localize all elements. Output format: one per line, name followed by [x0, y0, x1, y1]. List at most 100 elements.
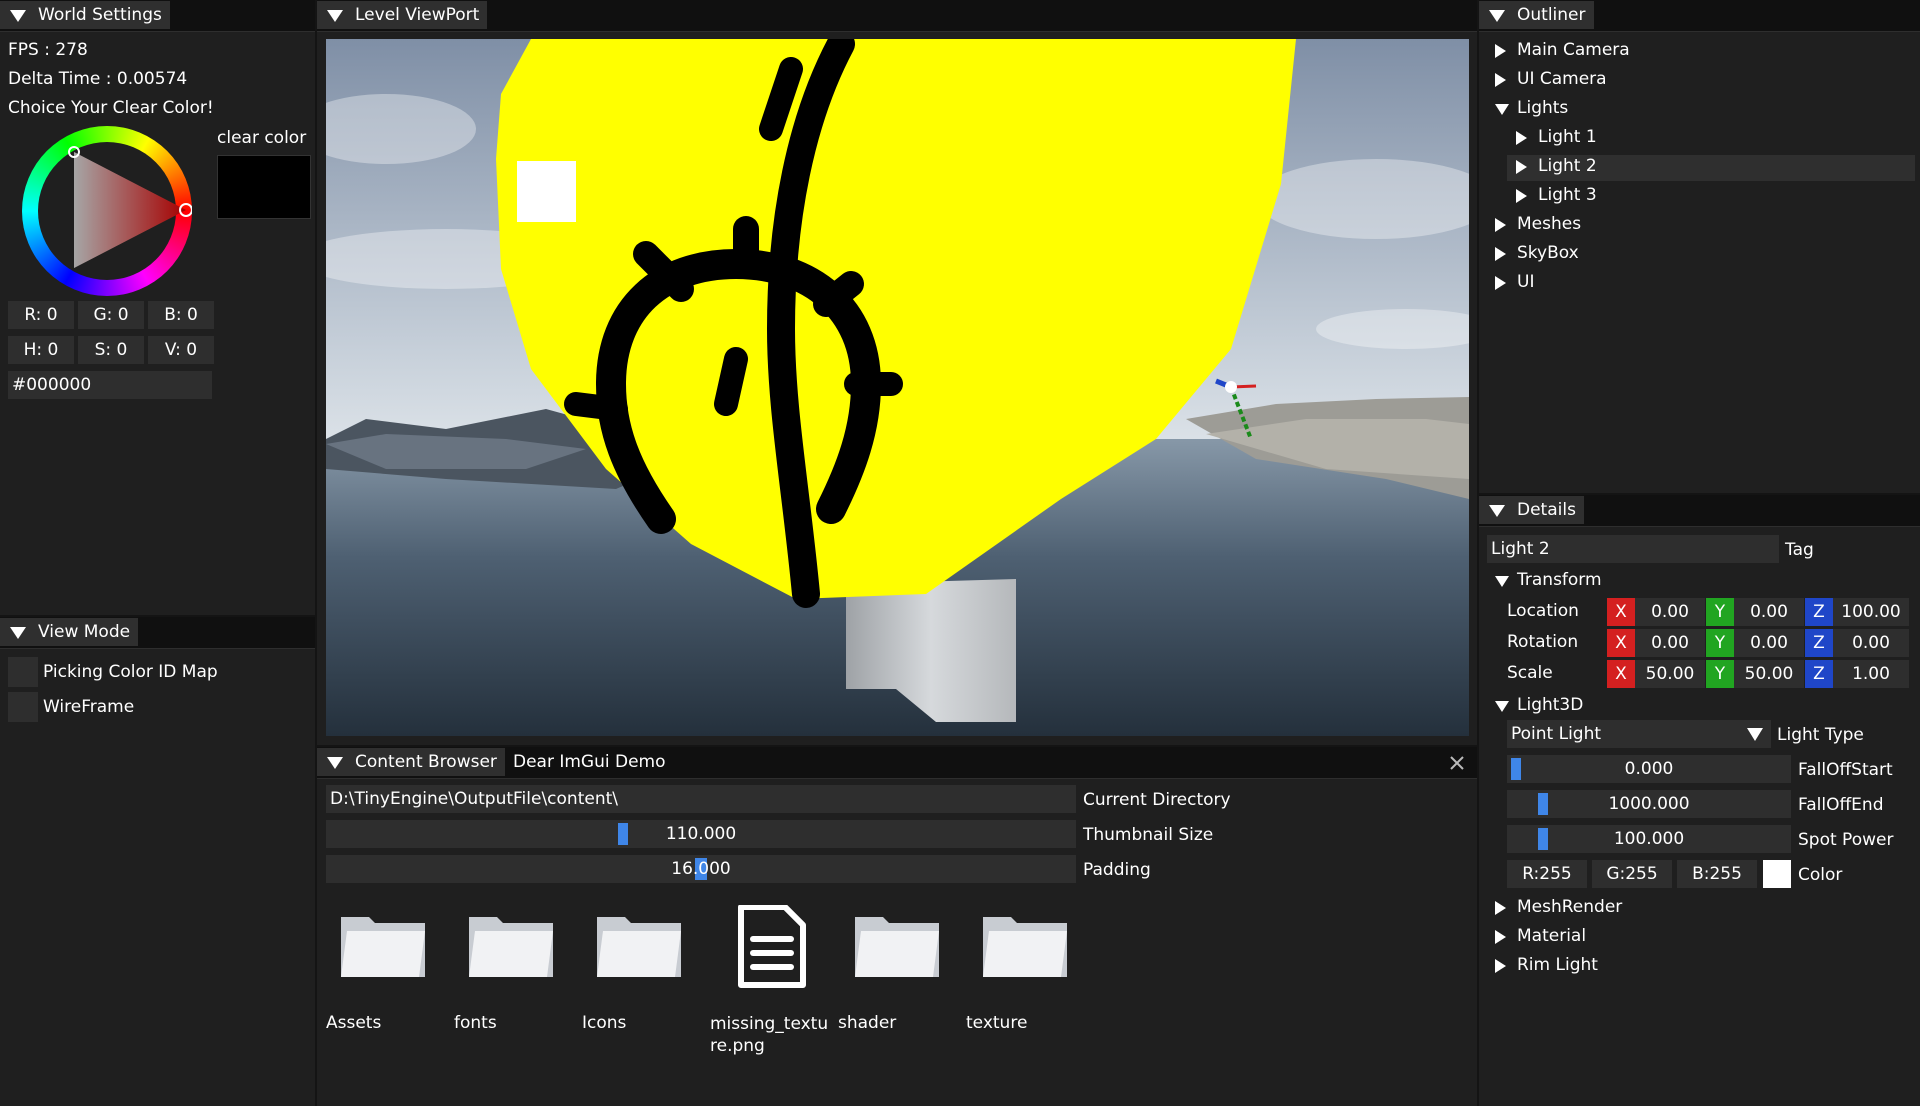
rotation-y[interactable]: 0.00 — [1734, 629, 1804, 657]
slider-grab[interactable] — [1538, 828, 1548, 850]
content-browser-panel: Content Browser Dear ImGui Demo D:\TinyE… — [317, 747, 1477, 1106]
file-label-icons[interactable]: Icons — [582, 1013, 626, 1033]
clear-color-swatch[interactable] — [217, 155, 311, 219]
folder-icon[interactable] — [981, 911, 1069, 979]
collapse-arrow-icon[interactable] — [10, 10, 26, 22]
thumbnail-size-slider[interactable]: 110.000 — [326, 820, 1076, 848]
spot-power-slider[interactable]: 100.000 — [1507, 825, 1791, 853]
location-z[interactable]: 100.00 — [1833, 598, 1909, 626]
collapse-arrow-icon[interactable] — [1489, 10, 1505, 22]
directory-input[interactable]: D:\TinyEngine\OutputFile\content\ — [326, 785, 1076, 813]
hex-field[interactable]: #000000 — [8, 371, 212, 399]
meshrender-header[interactable]: MeshRender — [1495, 897, 1895, 921]
expand-arrow-icon[interactable] — [1495, 901, 1506, 915]
slider-grab[interactable] — [1511, 758, 1521, 780]
v-field[interactable]: V: 0 — [148, 336, 214, 364]
expand-arrow-icon[interactable] — [1516, 131, 1527, 145]
transform-header[interactable]: Transform — [1495, 570, 1895, 594]
folder-icon[interactable] — [595, 911, 683, 979]
rotation-x[interactable]: 0.00 — [1635, 629, 1705, 657]
outliner-item-light-1[interactable]: Light 1 — [1516, 127, 1906, 151]
collapse-arrow-icon[interactable] — [1495, 104, 1509, 115]
folder-icon[interactable] — [853, 911, 941, 979]
folder-icon[interactable] — [467, 911, 555, 979]
color-g-field[interactable]: G:255 — [1592, 860, 1672, 888]
outliner-item-ui[interactable]: UI — [1495, 272, 1895, 296]
scale-row: Scale X 50.00 Y 50.00 Z 1.00 — [1479, 660, 1920, 690]
world-settings-tab[interactable]: World Settings — [0, 1, 170, 29]
color-b-field[interactable]: B:255 — [1677, 860, 1757, 888]
color-swatch[interactable] — [1763, 860, 1791, 888]
expand-arrow-icon[interactable] — [1495, 930, 1506, 944]
content-browser-tab[interactable]: Content Browser — [317, 748, 505, 776]
outliner-item-skybox[interactable]: SkyBox — [1495, 243, 1895, 267]
expand-arrow-icon[interactable] — [1516, 160, 1527, 174]
collapse-arrow-icon[interactable] — [327, 10, 343, 22]
location-x[interactable]: 0.00 — [1635, 598, 1705, 626]
falloff-start-label: FallOffStart — [1798, 760, 1893, 780]
expand-arrow-icon[interactable] — [1495, 276, 1506, 290]
s-field[interactable]: S: 0 — [78, 336, 144, 364]
outliner-item-ui-camera[interactable]: UI Camera — [1495, 69, 1895, 93]
color-wheel[interactable] — [22, 126, 192, 296]
falloff-start-slider[interactable]: 0.000 — [1507, 755, 1791, 783]
outliner-tab[interactable]: Outliner — [1479, 1, 1594, 29]
rim-light-header[interactable]: Rim Light — [1495, 955, 1895, 979]
g-field[interactable]: G: 0 — [78, 301, 144, 329]
material-header[interactable]: Material — [1495, 926, 1895, 950]
expand-arrow-icon[interactable] — [1495, 73, 1506, 87]
collapse-arrow-icon[interactable] — [10, 627, 26, 639]
color-r-field[interactable]: R:255 — [1507, 860, 1587, 888]
scene-view[interactable] — [326, 39, 1469, 736]
expand-arrow-icon[interactable] — [1495, 218, 1506, 232]
r-field[interactable]: R: 0 — [8, 301, 74, 329]
file-icon[interactable] — [735, 905, 807, 989]
collapse-arrow-icon[interactable] — [1495, 576, 1509, 587]
h-field[interactable]: H: 0 — [8, 336, 74, 364]
outliner-item-main-camera[interactable]: Main Camera — [1495, 40, 1895, 64]
folder-icon[interactable] — [339, 911, 427, 979]
z-axis-label: Z — [1805, 660, 1833, 688]
file-label-assets[interactable]: Assets — [326, 1013, 381, 1033]
color-triangle[interactable] — [22, 126, 192, 296]
picking-label: Picking Color ID Map — [43, 662, 218, 682]
picking-checkbox[interactable] — [8, 657, 38, 687]
falloff-end-slider[interactable]: 1000.000 — [1507, 790, 1791, 818]
expand-arrow-icon[interactable] — [1495, 247, 1506, 261]
outliner-item-light-2[interactable]: Light 2 — [1507, 155, 1915, 181]
scale-z[interactable]: 1.00 — [1833, 660, 1909, 688]
file-label-missing-texture[interactable]: missing_texture.png — [710, 1013, 830, 1057]
b-field[interactable]: B: 0 — [148, 301, 214, 329]
outliner-item-meshes[interactable]: Meshes — [1495, 214, 1895, 238]
scale-y[interactable]: 50.00 — [1734, 660, 1804, 688]
close-icon[interactable] — [1449, 755, 1465, 771]
viewport-tab[interactable]: Level ViewPort — [317, 1, 488, 29]
expand-arrow-icon[interactable] — [1495, 959, 1506, 973]
location-y[interactable]: 0.00 — [1734, 598, 1804, 626]
slider-grab[interactable] — [1538, 793, 1548, 815]
imgui-demo-tab[interactable]: Dear ImGui Demo — [505, 748, 674, 776]
view-mode-titlebar: View Mode — [0, 617, 315, 649]
collapse-arrow-icon[interactable] — [1495, 701, 1509, 712]
expand-arrow-icon[interactable] — [1495, 44, 1506, 58]
slider-grab[interactable] — [618, 823, 628, 845]
view-mode-tab[interactable]: View Mode — [0, 618, 139, 646]
file-label-texture[interactable]: texture — [966, 1013, 1027, 1033]
details-tab[interactable]: Details — [1479, 496, 1584, 524]
collapse-arrow-icon[interactable] — [1489, 505, 1505, 517]
collapse-arrow-icon[interactable] — [327, 757, 343, 769]
rotation-z[interactable]: 0.00 — [1833, 629, 1909, 657]
file-label-fonts[interactable]: fonts — [454, 1013, 497, 1033]
details-titlebar: Details — [1479, 495, 1920, 527]
light3d-header[interactable]: Light3D — [1495, 695, 1895, 719]
object-name-input[interactable]: Light 2 — [1487, 535, 1779, 563]
wireframe-checkbox[interactable] — [8, 692, 38, 722]
chevron-down-icon[interactable] — [1747, 728, 1763, 741]
padding-slider[interactable]: 16.000 — [326, 855, 1076, 883]
light-type-dropdown[interactable]: Point Light — [1507, 720, 1771, 748]
scale-x[interactable]: 50.00 — [1635, 660, 1705, 688]
file-label-shader[interactable]: shader — [838, 1013, 896, 1033]
outliner-item-light-3[interactable]: Light 3 — [1516, 185, 1906, 209]
expand-arrow-icon[interactable] — [1516, 189, 1527, 203]
outliner-item-lights[interactable]: Lights — [1495, 98, 1895, 122]
